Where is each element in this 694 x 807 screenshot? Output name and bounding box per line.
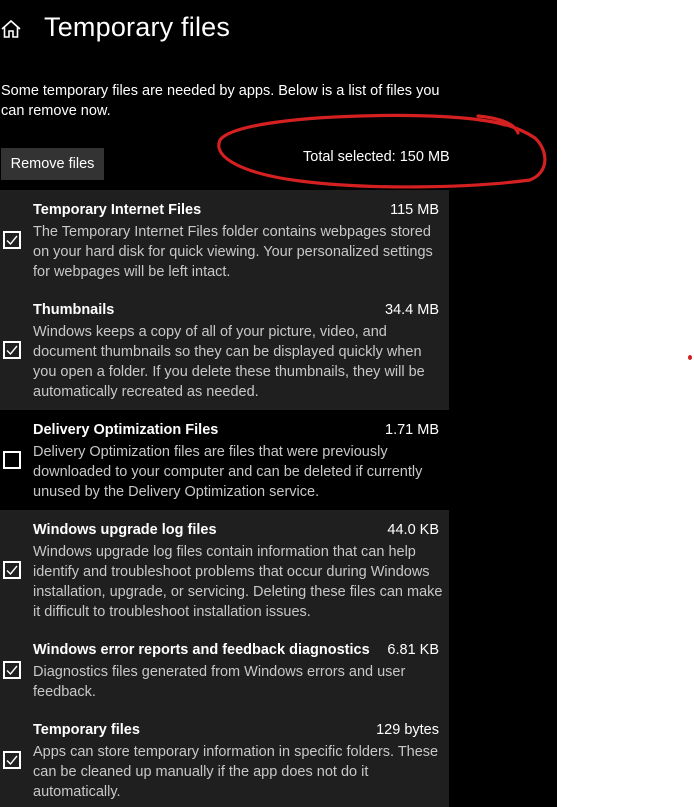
checkbox-windows-upgrade-log-files[interactable]	[3, 561, 21, 579]
remove-files-button[interactable]: Remove files	[1, 148, 104, 180]
file-item-temporary-internet-files: Temporary Internet Files 115 MB The Temp…	[0, 190, 449, 290]
checkbox-thumbnails[interactable]	[3, 341, 21, 359]
item-name: Windows error reports and feedback diagn…	[33, 642, 370, 658]
total-selected-label: Total selected: 150 MB	[303, 149, 450, 165]
item-description: Windows upgrade log files contain inform…	[33, 544, 443, 620]
home-icon[interactable]	[0, 18, 22, 40]
item-description: Windows keeps a copy of all of your pict…	[33, 324, 425, 400]
item-size: 129 bytes	[376, 722, 439, 738]
checkbox-temporary-files[interactable]	[3, 751, 21, 769]
item-description: The Temporary Internet Files folder cont…	[33, 224, 433, 280]
temporary-files-panel: Temporary files Some temporary files are…	[0, 0, 557, 807]
item-description: Apps can store temporary information in …	[33, 744, 439, 800]
checkbox-windows-error-reports[interactable]	[3, 661, 21, 679]
file-item-delivery-optimization-files: Delivery Optimization Files 1.71 MB Deli…	[0, 410, 449, 510]
page-title: Temporary files	[44, 12, 231, 42]
item-name: Thumbnails	[33, 302, 115, 318]
file-item-windows-upgrade-log-files: Windows upgrade log files 44.0 KB Window…	[0, 510, 449, 630]
item-size: 44.0 KB	[387, 522, 439, 538]
item-size: 6.81 KB	[387, 642, 439, 658]
file-list: Temporary Internet Files 115 MB The Temp…	[0, 190, 449, 807]
item-size: 34.4 MB	[385, 302, 439, 318]
red-dot-mark	[688, 355, 692, 360]
file-item-thumbnails: Thumbnails 34.4 MB Windows keeps a copy …	[0, 290, 449, 410]
file-item-temporary-files: Temporary files 129 bytes Apps can store…	[0, 710, 449, 807]
item-description: Diagnostics files generated from Windows…	[33, 664, 406, 700]
item-name: Windows upgrade log files	[33, 522, 217, 538]
item-name: Temporary Internet Files	[33, 202, 202, 218]
file-item-windows-error-reports: Windows error reports and feedback diagn…	[0, 630, 449, 710]
item-name: Delivery Optimization Files	[33, 422, 219, 438]
item-size: 115 MB	[390, 202, 439, 218]
item-description: Delivery Optimization files are files th…	[33, 444, 423, 500]
page-description: Some temporary files are needed by apps.…	[1, 83, 440, 119]
item-name: Temporary files	[33, 722, 140, 738]
checkbox-temporary-internet-files[interactable]	[3, 231, 21, 249]
checkbox-delivery-optimization-files[interactable]	[3, 451, 21, 469]
page-header: Temporary files	[0, 8, 557, 52]
item-size: 1.71 MB	[385, 422, 439, 438]
